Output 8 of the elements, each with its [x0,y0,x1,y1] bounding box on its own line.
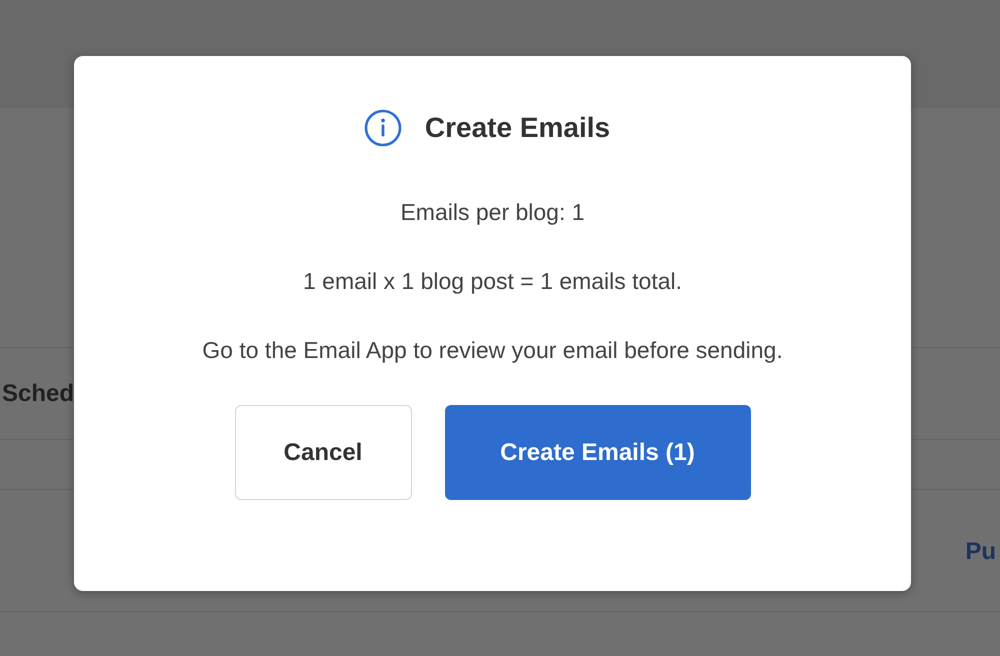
dialog-message: Go to the Email App to review your email before sending. [202,336,783,365]
dialog-message: 1 email x 1 blog post = 1 emails total. [302,267,682,296]
cancel-button[interactable]: Cancel [234,405,412,500]
info-icon [362,108,403,148]
row-text: Sched [2,380,74,408]
create-button[interactable]: Create Emails (1) [444,405,750,500]
dialog-message: Emails per blog: 1 [400,198,585,227]
dialog-title: Create Emails [424,112,610,144]
